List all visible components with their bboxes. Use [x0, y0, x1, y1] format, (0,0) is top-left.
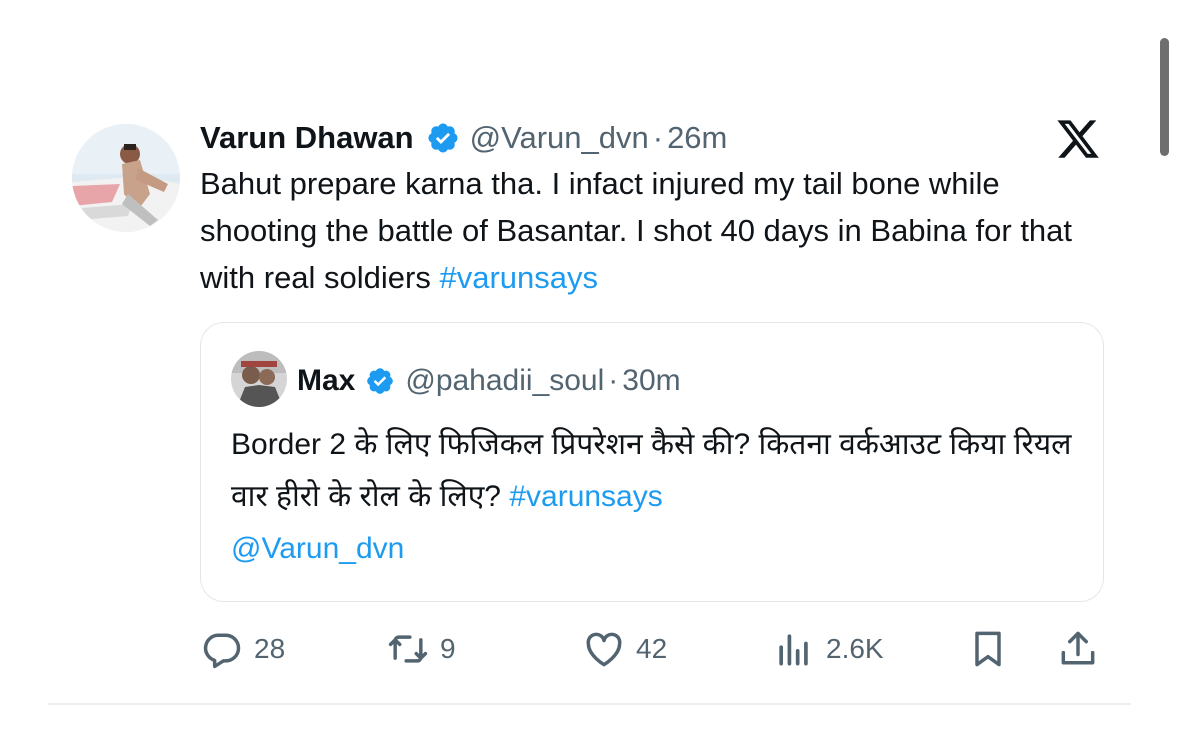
- reply-icon: [203, 633, 241, 669]
- like-count: 42: [636, 633, 668, 664]
- views-icon: [779, 634, 808, 666]
- tweet-screenshot: Varun Dhawan @Varun_dvn · 26m Bahut prep…: [0, 0, 1179, 733]
- quoted-tweet-time[interactable]: 30m: [622, 364, 680, 398]
- scrollbar[interactable]: [1160, 38, 1169, 156]
- tweet-body: Bahut prepare karna tha. I infact injure…: [200, 166, 1073, 295]
- quoted-tweet-card[interactable]: Max @pahadii_soul · 30m Border 2 के लिए …: [200, 322, 1104, 602]
- bookmark-button[interactable]: [966, 620, 1020, 678]
- share-icon: [1061, 631, 1095, 665]
- verified-badge-icon: [428, 123, 458, 153]
- views-button[interactable]: 2.6K: [772, 620, 884, 678]
- quoted-tweet-header: Max @pahadii_soul · 30m: [297, 359, 681, 403]
- quoted-author-handle[interactable]: @pahadii_soul: [405, 364, 604, 398]
- quoted-author-name[interactable]: Max: [297, 364, 355, 398]
- repost-icon: [388, 635, 428, 663]
- author-handle[interactable]: @Varun_dvn: [470, 120, 649, 156]
- reply-count: 28: [254, 633, 286, 664]
- share-button[interactable]: [1056, 620, 1110, 678]
- quoted-tweet-mention[interactable]: @Varun_dvn: [231, 532, 404, 565]
- tweet-time[interactable]: 26m: [667, 120, 727, 156]
- quoted-tweet-hashtag[interactable]: #varunsays: [509, 480, 662, 513]
- x-logo-icon[interactable]: [1055, 116, 1101, 162]
- reply-button[interactable]: 28: [200, 620, 285, 678]
- tweet-hashtag[interactable]: #varunsays: [439, 260, 598, 295]
- bottom-divider: [48, 703, 1131, 705]
- repost-count: 9: [440, 633, 456, 664]
- author-name[interactable]: Varun Dhawan: [200, 120, 414, 156]
- tweet-text: Bahut prepare karna tha. I infact injure…: [200, 160, 1120, 301]
- bookmark-icon: [975, 631, 1001, 667]
- like-button[interactable]: 42: [582, 620, 667, 678]
- tweet-action-bar: 28 9 42 2.6K: [200, 620, 1104, 678]
- like-icon: [586, 632, 622, 667]
- repost-button[interactable]: 9: [386, 620, 456, 678]
- tweet-header: Varun Dhawan @Varun_dvn · 26m: [200, 114, 727, 162]
- views-count: 2.6K: [826, 633, 884, 664]
- author-avatar[interactable]: [72, 124, 180, 232]
- quoted-separator-dot: ·: [608, 364, 619, 397]
- separator-dot: ·: [652, 120, 664, 155]
- quoted-author-avatar: [231, 351, 287, 407]
- quoted-verified-badge-icon: [367, 368, 394, 394]
- quoted-tweet-text: Border 2 के लिए फिजिकल प्रिपरेशन कैसे की…: [231, 419, 1081, 575]
